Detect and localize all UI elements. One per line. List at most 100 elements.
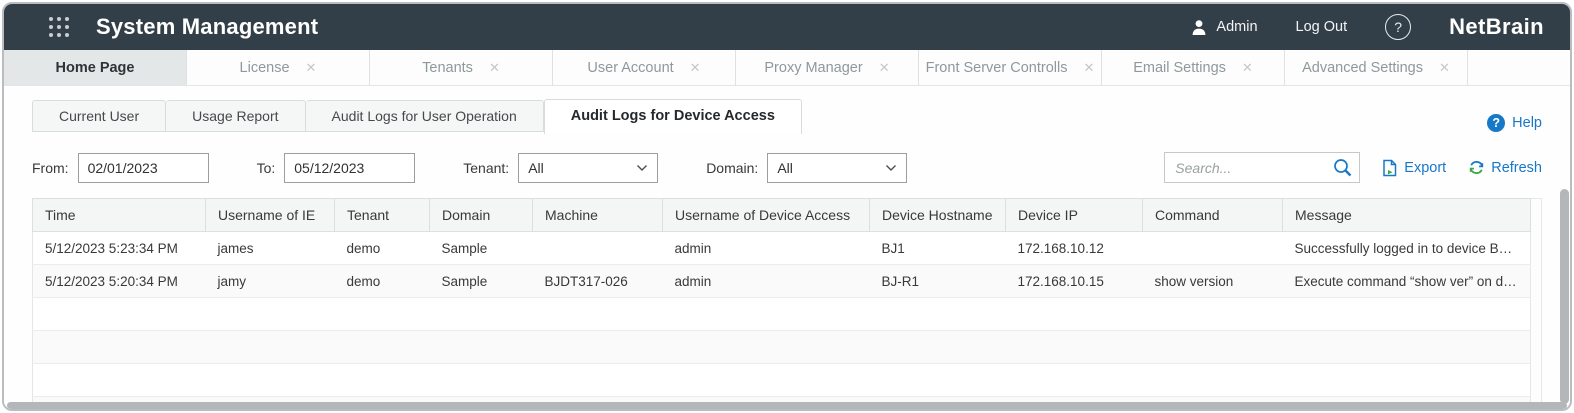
refresh-button[interactable]: Refresh [1468,159,1542,176]
admin-label: Admin [1216,19,1257,35]
tab-tenants[interactable]: Tenants ✕ [370,50,553,85]
tab-advanced-settings[interactable]: Advanced Settings ✕ [1285,50,1468,85]
refresh-icon [1468,159,1485,176]
search-input[interactable] [1164,152,1360,183]
subtab-audit-logs-device-access[interactable]: Audit Logs for Device Access [544,99,802,134]
filter-row: From: To: Tenant: All Domain: All [32,152,1542,183]
tab-strip-filler [1468,50,1570,85]
cell-time: 5/12/2023 5:20:34 PM [33,265,206,298]
top-bar-right: Admin Log Out ? NetBrain [1191,14,1544,40]
subtab-current-user[interactable]: Current User [32,100,166,132]
system-management-window: System Management Admin Log Out ? NetBra… [2,2,1572,411]
table-row[interactable]: 5/12/2023 5:23:34 PM james demo Sample a… [33,232,1531,265]
col-command[interactable]: Command [1143,199,1283,232]
domain-select-value: All [777,160,885,176]
tab-user-account[interactable]: User Account ✕ [553,50,736,85]
tab-label: Email Settings [1133,60,1226,76]
table-row[interactable]: 5/12/2023 5:20:34 PM jamy demo Sample BJ… [33,265,1531,298]
empty-table-row [33,331,1531,364]
col-domain[interactable]: Domain [430,199,533,232]
col-username-of-device-access[interactable]: Username of Device Access [663,199,870,232]
to-date-input[interactable] [284,153,415,183]
cell-command [1143,232,1283,265]
audit-log-table-zone: Time Username of IE Tenant Domain Machin… [32,198,1542,411]
close-icon[interactable]: ✕ [1242,60,1253,76]
top-bar: System Management Admin Log Out ? NetBra… [4,4,1570,50]
close-icon[interactable]: ✕ [690,60,701,76]
refresh-label: Refresh [1491,160,1542,176]
subtab-audit-logs-user-operation[interactable]: Audit Logs for User Operation [306,100,544,132]
cell-machine: BJDT317-026 [533,265,663,298]
tab-label: Advanced Settings [1302,60,1423,76]
tab-label: Home Page [56,60,135,76]
cell-machine [533,232,663,265]
cell-device-hostname: BJ1 [870,232,1006,265]
col-tenant[interactable]: Tenant [335,199,430,232]
cell-command: show version [1143,265,1283,298]
help-icon: ? [1487,114,1505,132]
close-icon[interactable]: ✕ [489,60,500,76]
vertical-scrollbar[interactable] [1560,189,1569,404]
tab-proxy-manager[interactable]: Proxy Manager ✕ [736,50,919,85]
tab-label: Tenants [422,60,473,76]
tab-home-page[interactable]: Home Page [4,50,187,85]
search-box [1164,152,1360,183]
col-time[interactable]: Time [33,199,206,232]
help-label: Help [1512,115,1542,131]
export-icon [1382,159,1398,177]
subtab-label: Audit Logs for User Operation [332,108,517,124]
cell-message: Execute command “show ver” on device B..… [1283,265,1531,298]
horizontal-scrollbar[interactable] [7,402,1567,409]
close-icon[interactable]: ✕ [1439,60,1450,76]
cell-device-ip: 172.168.10.12 [1006,232,1143,265]
cell-tenant: demo [335,265,430,298]
export-label: Export [1404,160,1446,176]
close-icon[interactable]: ✕ [1083,60,1094,76]
col-device-ip[interactable]: Device IP [1006,199,1143,232]
close-icon[interactable]: ✕ [879,60,890,76]
cell-device-hostname: BJ-R1 [870,265,1006,298]
audit-log-table: Time Username of IE Tenant Domain Machin… [32,198,1531,411]
netbrain-logo: NetBrain [1449,14,1544,40]
admin-user-menu[interactable]: Admin [1191,19,1257,36]
tab-license[interactable]: License ✕ [187,50,370,85]
tenant-select[interactable]: All [518,153,658,183]
subtab-usage-report[interactable]: Usage Report [166,100,305,132]
cell-device-ip: 172.168.10.15 [1006,265,1143,298]
search-icon[interactable] [1332,157,1353,178]
empty-table-row [33,298,1531,331]
logout-button[interactable]: Log Out [1296,19,1348,35]
domain-label: Domain: [706,160,758,176]
tab-label: Proxy Manager [764,60,862,76]
tab-label: License [240,60,290,76]
help-link[interactable]: ? Help [1487,114,1542,132]
chevron-down-icon [885,164,897,172]
app-title: System Management [96,14,318,40]
apps-grid-icon[interactable] [48,16,70,38]
domain-select[interactable]: All [767,153,907,183]
from-date-input[interactable] [78,153,209,183]
help-question-icon[interactable]: ? [1385,14,1411,40]
subtab-label: Audit Logs for Device Access [571,108,775,124]
window-tab-strip: Home Page License ✕ Tenants ✕ User Accou… [4,50,1570,86]
col-machine[interactable]: Machine [533,199,663,232]
tab-email-settings[interactable]: Email Settings ✕ [1102,50,1285,85]
cell-domain: Sample [430,265,533,298]
user-icon [1191,19,1207,36]
tab-label: User Account [587,60,673,76]
empty-table-row [33,364,1531,397]
col-message[interactable]: Message [1283,199,1531,232]
tenant-label: Tenant: [463,160,509,176]
cell-username-of-ie: james [206,232,335,265]
home-page-content: Current User Usage Report Audit Logs for… [4,86,1570,411]
cell-message: Successfully logged in to device BJ1 via… [1283,232,1531,265]
cell-username-of-device-access: admin [663,265,870,298]
table-scrollbar-gutter[interactable] [1531,198,1542,411]
tab-front-server-controlls[interactable]: Front Server Controlls ✕ [919,50,1102,85]
from-label: From: [32,160,69,176]
col-username-of-ie[interactable]: Username of IE [206,199,335,232]
export-button[interactable]: Export [1382,159,1446,177]
col-device-hostname[interactable]: Device Hostname [870,199,1006,232]
table-header-row: Time Username of IE Tenant Domain Machin… [33,199,1531,232]
close-icon[interactable]: ✕ [306,60,317,76]
